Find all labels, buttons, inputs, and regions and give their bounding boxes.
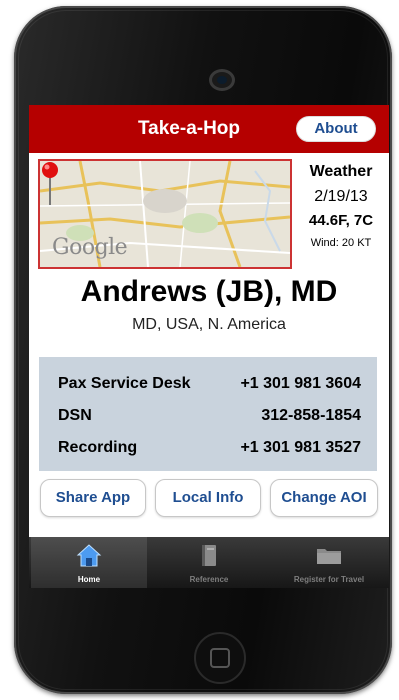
- folder-icon: [317, 549, 341, 564]
- tab-home[interactable]: Home: [31, 537, 147, 588]
- location-region: MD, USA, N. America: [132, 316, 286, 333]
- tab-reference[interactable]: Reference: [149, 537, 269, 588]
- home-hardware-button[interactable]: [194, 632, 246, 684]
- map-pin-icon: [42, 162, 58, 205]
- contact-label: DSN: [58, 407, 92, 424]
- weather-temperature: 44.6F, 7C: [308, 212, 374, 229]
- contact-number[interactable]: 312-858-1854: [261, 407, 361, 425]
- location-name: Andrews (JB), MD: [80, 275, 338, 308]
- tab-register-travel[interactable]: Register for Travel: [269, 537, 389, 588]
- tab-label: Home: [77, 575, 101, 584]
- tab-bar: Home Reference Register for Travel: [29, 537, 389, 588]
- tab-label: Reference: [189, 575, 229, 584]
- title-bar: Take-a-Hop About: [29, 105, 389, 153]
- tab-label: Register for Travel: [293, 575, 365, 584]
- contact-label: Pax Service Desk: [58, 375, 191, 392]
- contact-label: Recording: [58, 439, 138, 456]
- camera-icon: [209, 69, 235, 91]
- weather-title: Weather: [309, 163, 373, 180]
- weather-wind: Wind: 20 KT: [310, 237, 372, 249]
- about-button[interactable]: About: [296, 116, 376, 142]
- location-map[interactable]: Google: [38, 159, 292, 269]
- map-brand-logo: Google: [52, 235, 128, 260]
- app-screen: Take-a-Hop About Google Weather 2/19/13 …: [29, 105, 389, 588]
- contact-row[interactable]: Recording +1 301 981 3527: [39, 433, 377, 463]
- weather-panel: Weather 2/19/13 44.6F, 7C Wind: 20 KT: [293, 163, 389, 249]
- change-aoi-button[interactable]: Change AOI: [270, 479, 378, 517]
- app-title: Take-a-Hop: [137, 118, 241, 139]
- book-icon: [202, 545, 216, 566]
- contacts-panel: Pax Service Desk +1 301 981 3604 DSN 312…: [39, 357, 377, 471]
- contact-number[interactable]: +1 301 981 3527: [240, 439, 361, 457]
- local-info-button[interactable]: Local Info: [155, 479, 261, 517]
- contact-row[interactable]: Pax Service Desk +1 301 981 3604: [39, 369, 377, 399]
- home-icon: [76, 544, 102, 567]
- contact-row[interactable]: DSN 312-858-1854: [39, 401, 377, 431]
- weather-date: 2/19/13: [314, 188, 368, 205]
- contact-number[interactable]: +1 301 981 3604: [240, 375, 361, 393]
- share-app-button[interactable]: Share App: [40, 479, 146, 517]
